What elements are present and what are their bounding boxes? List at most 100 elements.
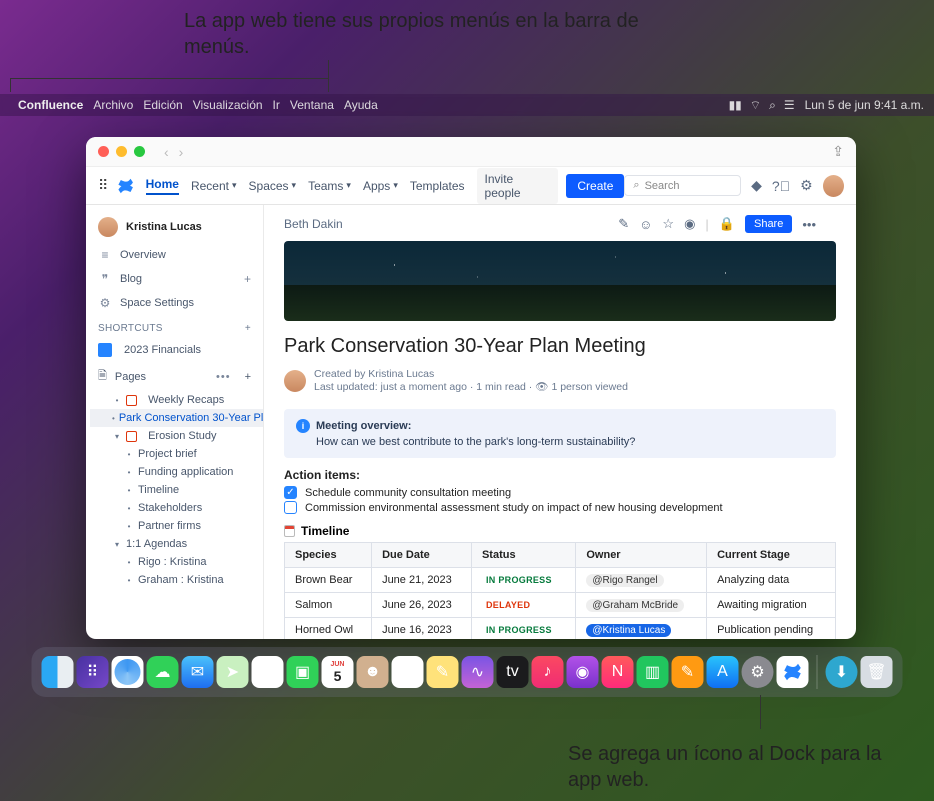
dock-finder-icon[interactable] [42,656,74,688]
annotation-top: La app web tiene sus propios menús en la… [184,8,684,60]
tree-agendas[interactable]: ▾1:1 Agendas [90,535,263,553]
dock-launchpad-icon[interactable]: ⠿ [77,656,109,688]
menubar-app-name[interactable]: Confluence [18,98,83,112]
nav-spaces[interactable]: Spaces▾ [249,179,297,193]
tree-partner-firms[interactable]: •Partner firms [90,517,263,535]
add-page-icon[interactable]: + [245,371,251,383]
chevron-down-icon[interactable]: ▾ [112,540,122,549]
menu-edicion[interactable]: Edición [143,98,182,112]
app-switcher-icon[interactable]: ⠿ [98,177,108,194]
dock-messages-icon[interactable]: ☁ [147,656,179,688]
add-blog-icon[interactable]: + [244,272,251,286]
dock-maps-icon[interactable]: ➤ [217,656,249,688]
more-icon[interactable]: ••• [216,371,231,383]
nav-recent[interactable]: Recent▾ [191,179,237,193]
shortcut-2023-financials[interactable]: 2023 Financials [86,338,263,362]
tree-stakeholders[interactable]: •Stakeholders [90,499,263,517]
dock-reminders-icon[interactable]: ≣ [392,656,424,688]
tree-graham-kristina[interactable]: •Graham : Kristina [90,571,263,589]
action-item-1[interactable]: ✓Schedule community consultation meeting [284,486,836,499]
dock-pages-icon[interactable]: ✎ [672,656,704,688]
tree-funding-application[interactable]: •Funding application [90,463,263,481]
invite-people-button[interactable]: Invite people [477,168,559,204]
dock-confluence-webapp-icon[interactable] [777,656,809,688]
tree-weekly-recaps[interactable]: • Weekly Recaps [90,391,263,409]
dock-trash-icon[interactable]: 🗑 [861,656,893,688]
sidebar-space-settings[interactable]: ⚙Space Settings [86,291,263,315]
dock-news-icon[interactable]: N [602,656,634,688]
add-shortcut-icon[interactable]: + [245,323,251,334]
dock-numbers-icon[interactable]: ▥ [637,656,669,688]
dock-tv-icon[interactable]: tv [497,656,529,688]
dock-contacts-icon[interactable]: ☻ [357,656,389,688]
dock-photos-icon[interactable]: ✿ [252,656,284,688]
col-status: Status [471,543,575,568]
dock-facetime-icon[interactable]: ▣ [287,656,319,688]
comment-icon[interactable]: ☺ [639,217,652,232]
help-icon[interactable]: ?⃝ [772,178,790,194]
close-button[interactable] [98,146,109,157]
checkbox-icon[interactable] [284,501,297,514]
share-button[interactable]: Share [745,215,792,233]
battery-icon[interactable]: ▮▮ [729,98,742,112]
nav-home[interactable]: Home [146,177,179,195]
sidebar-blog[interactable]: ❞Blog+ [86,267,263,291]
tree-erosion-study[interactable]: ▾ Erosion Study [90,427,263,445]
menubar-clock[interactable]: Lun 5 de jun 9:41 a.m. [805,98,924,112]
more-actions-icon[interactable]: ••• [802,217,816,232]
star-icon[interactable]: ☆ [662,216,674,232]
dock-music-icon[interactable]: ♪ [532,656,564,688]
tree-park-conservation[interactable]: •Park Conservation 30-Year Plan Meeting [90,409,263,427]
sidebar-overview[interactable]: ≡Overview [86,243,263,267]
create-button[interactable]: Create [566,174,624,198]
nav-templates[interactable]: Templates [410,179,465,193]
breadcrumb[interactable]: Beth Dakin [284,217,343,231]
macos-share-icon[interactable]: ⇪ [832,143,844,160]
settings-gear-icon[interactable]: ⚙ [800,177,813,194]
menu-visualizacion[interactable]: Visualización [193,98,263,112]
dock-mail-icon[interactable]: ✉ [182,656,214,688]
menu-ventana[interactable]: Ventana [290,98,334,112]
nav-teams[interactable]: Teams▾ [308,179,351,193]
notifications-icon[interactable]: ◆ [751,177,762,194]
forward-button[interactable]: › [179,144,184,160]
menu-ayuda[interactable]: Ayuda [344,98,378,112]
dock-settings-icon[interactable]: ⚙ [742,656,774,688]
owner-mention[interactable]: @Graham McBride [586,599,684,612]
cell-owner: @Graham McBride [576,593,707,618]
control-center-icon[interactable]: ☰ [784,98,795,112]
wifi-icon[interactable]: ⌔ [750,98,761,113]
space-header[interactable]: Kristina Lucas [86,211,263,243]
chevron-down-icon: ▾ [232,180,237,191]
dock-notes-icon[interactable]: ✎ [427,656,459,688]
spotlight-icon[interactable]: ⌕ [769,98,776,113]
lock-icon[interactable]: 🔒 [719,216,735,232]
watch-icon[interactable]: ◉ [684,216,695,232]
dock-podcasts-icon[interactable]: ◉ [567,656,599,688]
dock-safari-icon[interactable] [112,656,144,688]
nav-apps[interactable]: Apps▾ [363,179,398,193]
menu-archivo[interactable]: Archivo [93,98,133,112]
avatar[interactable] [823,175,844,197]
back-button[interactable]: ‹ [164,144,169,160]
search-input[interactable]: ⌕ Search [624,175,741,196]
tree-rigo-kristina[interactable]: •Rigo : Kristina [90,553,263,571]
tree-project-brief[interactable]: •Project brief [90,445,263,463]
chevron-down-icon[interactable]: ▾ [112,432,122,441]
confluence-logo-icon[interactable] [116,176,135,196]
zoom-button[interactable] [134,146,145,157]
author-avatar[interactable] [284,370,306,392]
dock-calendar-icon[interactable]: JUN5 [322,656,354,688]
dock-freeform-icon[interactable]: ∿ [462,656,494,688]
checkbox-icon[interactable]: ✓ [284,486,297,499]
owner-mention[interactable]: @Rigo Rangel [586,574,663,587]
owner-mention[interactable]: @Kristina Lucas [586,624,671,637]
action-item-2[interactable]: Commission environmental assessment stud… [284,501,836,514]
menu-ir[interactable]: Ir [273,98,280,112]
dock-downloads-icon[interactable]: ⬇ [826,656,858,688]
edit-icon[interactable]: ✎ [618,216,629,232]
pages-heading[interactable]: 🗎Pages•••+ [86,362,263,391]
dock-appstore-icon[interactable]: A [707,656,739,688]
tree-timeline[interactable]: •Timeline [90,481,263,499]
minimize-button[interactable] [116,146,127,157]
